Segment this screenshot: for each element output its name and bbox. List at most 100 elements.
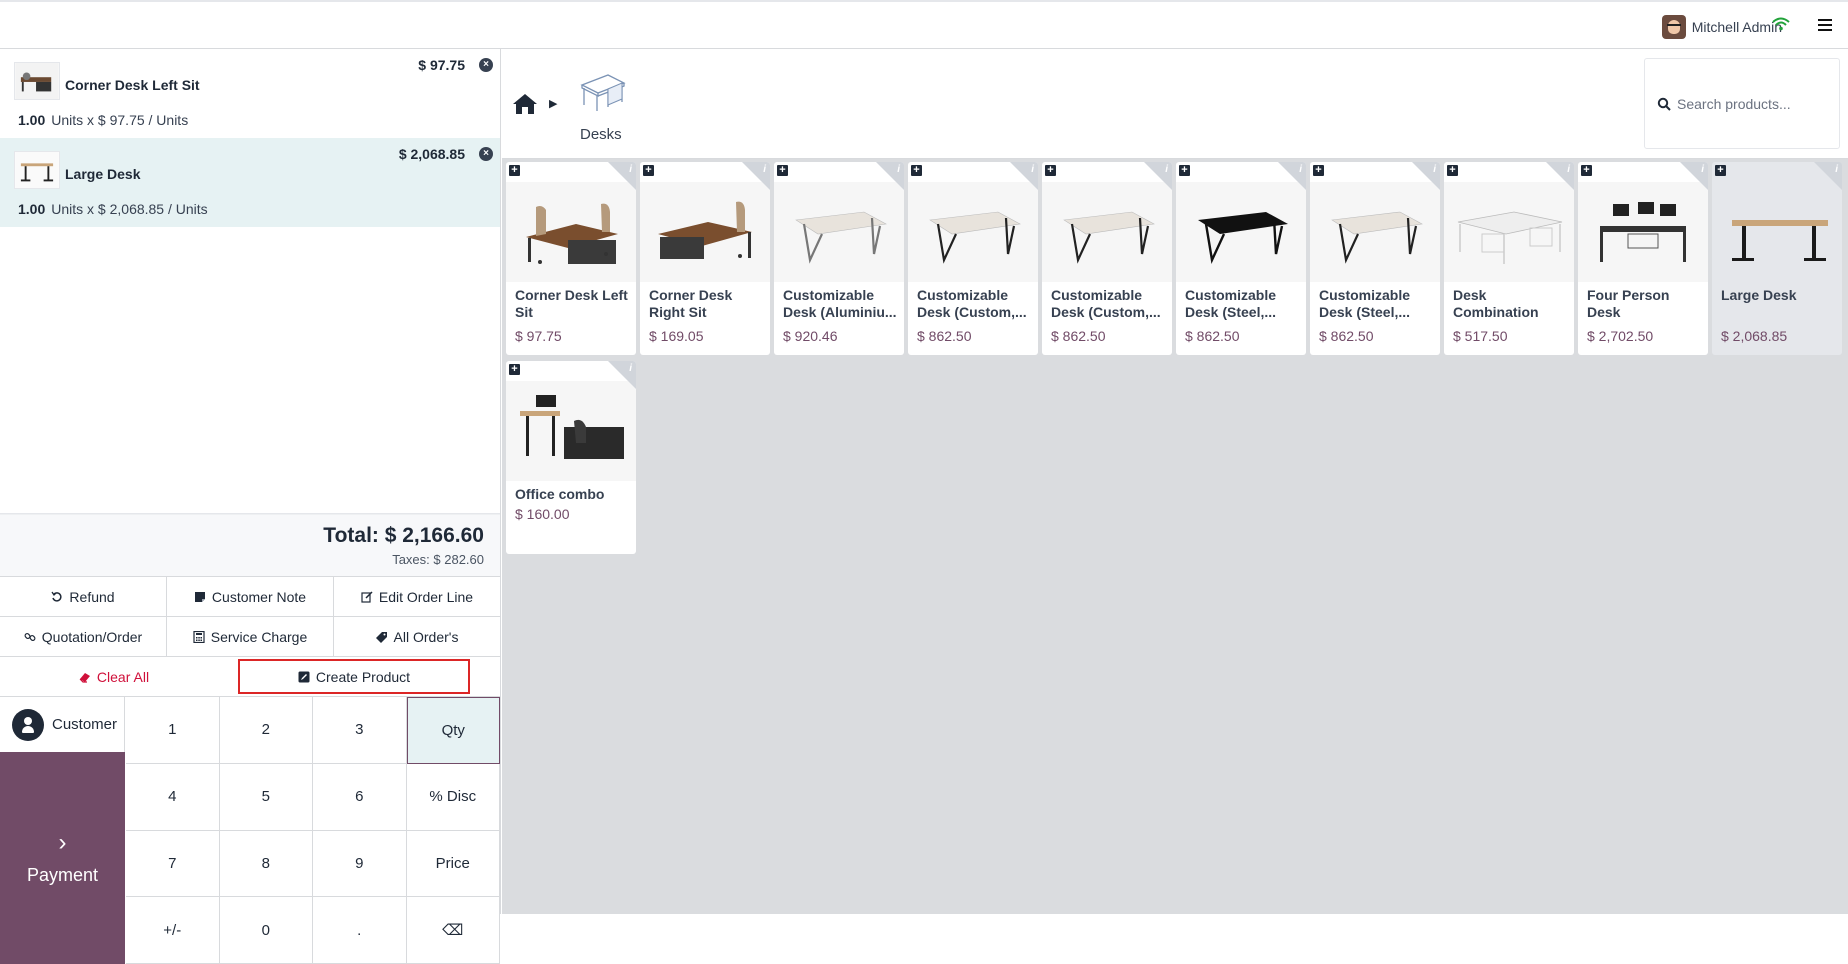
add-product-icon[interactable]: + [1447, 165, 1458, 176]
info-icon[interactable]: i [1701, 164, 1704, 175]
add-product-icon[interactable]: + [911, 165, 922, 176]
product-card[interactable]: + i Customizable Desk (Steel,... $ 862.5… [1310, 162, 1440, 355]
numpad-key-4[interactable]: 4 [126, 763, 220, 831]
add-product-icon[interactable]: + [1313, 165, 1324, 176]
product-image [1444, 182, 1574, 282]
info-icon[interactable]: i [1299, 164, 1302, 175]
payment-label: Payment [26, 864, 99, 885]
customer-label: Customer [52, 716, 118, 733]
numpad-key-2[interactable]: 2 [219, 697, 313, 764]
numpad-mode-price[interactable]: Price [406, 830, 500, 898]
line-qty-value: 1.00 [18, 201, 46, 217]
add-product-icon[interactable]: + [1045, 165, 1056, 176]
numpad-keys: 1 2 3 Qty 4 5 6 % Disc 7 8 9 Price +/- 0… [126, 697, 500, 964]
link-icon [24, 632, 36, 641]
numpad-key-3[interactable]: 3 [313, 697, 407, 764]
product-card[interactable]: + i Desk Combination $ 517.50 [1444, 162, 1574, 355]
product-name: Corner Desk Right Sit [649, 287, 733, 320]
product-price: $ 169.05 [649, 328, 704, 344]
product-name: Large Desk [1721, 287, 1797, 303]
numpad-mode-qty[interactable]: Qty [406, 697, 500, 764]
product-card[interactable]: + i Customizable Desk (Steel,... $ 862.5… [1176, 162, 1306, 355]
create-product-button[interactable]: Create Product [238, 659, 470, 694]
add-product-icon[interactable]: + [777, 165, 788, 176]
remove-line-icon[interactable]: × [479, 147, 493, 161]
line-quantity: 1.00 Units x $ 97.75 / Units [18, 112, 188, 128]
customer-note-label: Customer Note [211, 588, 307, 605]
category-desks-label[interactable]: Desks [580, 126, 622, 143]
chevron-right-icon: ▶ [549, 98, 558, 110]
numpad-area: Customer › Payment 1 2 3 Qty 4 5 6 % Dis… [0, 696, 500, 964]
user-menu[interactable]: Mitchell Admin [1661, 15, 1782, 39]
info-icon[interactable]: i [1433, 164, 1436, 175]
order-lines: Corner Desk Left Sit $ 97.75 × 1.00 Units… [0, 49, 500, 514]
add-product-icon[interactable]: + [1581, 165, 1592, 176]
hamburger-icon[interactable] [1818, 19, 1832, 31]
remove-line-icon[interactable]: × [479, 58, 493, 72]
undo-icon [51, 591, 62, 602]
user-name: Mitchell Admin [1691, 19, 1782, 35]
customer-button[interactable]: Customer [0, 697, 125, 752]
all-orders-button[interactable]: All Order's [334, 617, 500, 656]
info-icon[interactable]: i [1835, 164, 1838, 175]
add-product-icon[interactable]: + [1715, 165, 1726, 176]
refund-button[interactable]: Refund [0, 577, 167, 616]
info-icon[interactable]: i [1165, 164, 1168, 175]
home-icon[interactable] [512, 93, 538, 115]
user-avatar [1661, 15, 1686, 39]
numpad-key-9[interactable]: 9 [313, 830, 407, 898]
quotation-order-button[interactable]: Quotation/Order [0, 617, 167, 656]
product-card[interactable]: + i Customizable Desk (Aluminiu... $ 920… [774, 162, 904, 355]
info-icon[interactable]: i [629, 164, 632, 175]
edit-order-line-button[interactable]: Edit Order Line [334, 577, 500, 616]
chevron-right-icon: › [58, 828, 67, 856]
order-totals: Total: $ 2,166.60 Taxes: $ 282.60 [0, 514, 500, 576]
product-card[interactable]: + i Customizable Desk (Custom,... $ 862.… [1042, 162, 1172, 355]
product-image [1712, 182, 1842, 282]
numpad-key-6[interactable]: 6 [313, 763, 407, 831]
product-image [506, 381, 636, 481]
numpad-mode-discount[interactable]: % Disc [406, 763, 500, 831]
info-icon[interactable]: i [629, 363, 632, 374]
backspace-icon[interactable]: ⌫ [406, 897, 500, 964]
add-product-icon[interactable]: + [509, 165, 520, 176]
clear-all-label: Clear All [96, 668, 150, 685]
numpad-key-7[interactable]: 7 [126, 830, 220, 898]
search-icon [1657, 97, 1671, 111]
desks-category-image[interactable] [578, 69, 626, 113]
info-icon[interactable]: i [1031, 164, 1034, 175]
numpad-key-sign[interactable]: +/- [126, 897, 220, 964]
products-pane: ▶ Desks + i Cor [502, 49, 1848, 914]
numpad-key-0[interactable]: 0 [219, 897, 313, 964]
product-price: $ 862.50 [1319, 328, 1374, 344]
product-card-selected[interactable]: + i Large Desk $ 2,068.85 [1712, 162, 1842, 355]
line-price: $ 2,068.85 [398, 146, 465, 162]
clear-all-button[interactable]: Clear All [0, 657, 228, 696]
numpad-key-decimal[interactable]: . [313, 897, 407, 964]
product-name: Four Person Desk [1587, 287, 1670, 320]
info-icon[interactable]: i [1567, 164, 1570, 175]
product-image [1176, 182, 1306, 282]
info-icon[interactable]: i [763, 164, 766, 175]
add-product-icon[interactable]: + [509, 364, 520, 375]
numpad-key-1[interactable]: 1 [126, 697, 220, 764]
search-products-input[interactable] [1677, 93, 1827, 115]
line-product-name: Large Desk [65, 166, 141, 182]
add-product-icon[interactable]: + [643, 165, 654, 176]
product-card[interactable]: + i Four Person Desk $ 2,702.50 [1578, 162, 1708, 355]
info-icon[interactable]: i [897, 164, 900, 175]
payment-button[interactable]: › Payment [0, 752, 125, 964]
order-line[interactable]: Corner Desk Left Sit $ 97.75 × 1.00 Units… [0, 49, 500, 138]
add-product-icon[interactable]: + [1179, 165, 1190, 176]
order-line-selected[interactable]: Large Desk $ 2,068.85 × 1.00 Units x $ 2,… [0, 138, 500, 227]
product-card[interactable]: + i Customizable Desk (Custom,... $ 862.… [908, 162, 1038, 355]
service-charge-button[interactable]: Service Charge [167, 617, 334, 656]
product-card[interactable]: + i Office combo $ 160.00 [506, 361, 636, 554]
numpad-key-5[interactable]: 5 [219, 763, 313, 831]
customer-note-button[interactable]: Customer Note [167, 577, 334, 616]
product-card[interactable]: + i Corner Desk Right Sit $ 169.05 [640, 162, 770, 355]
product-price: $ 2,702.50 [1587, 328, 1654, 344]
user-icon [12, 708, 44, 741]
product-card[interactable]: + i Corner Desk Left Sit $ 97.75 [506, 162, 636, 355]
numpad-key-8[interactable]: 8 [219, 830, 313, 898]
